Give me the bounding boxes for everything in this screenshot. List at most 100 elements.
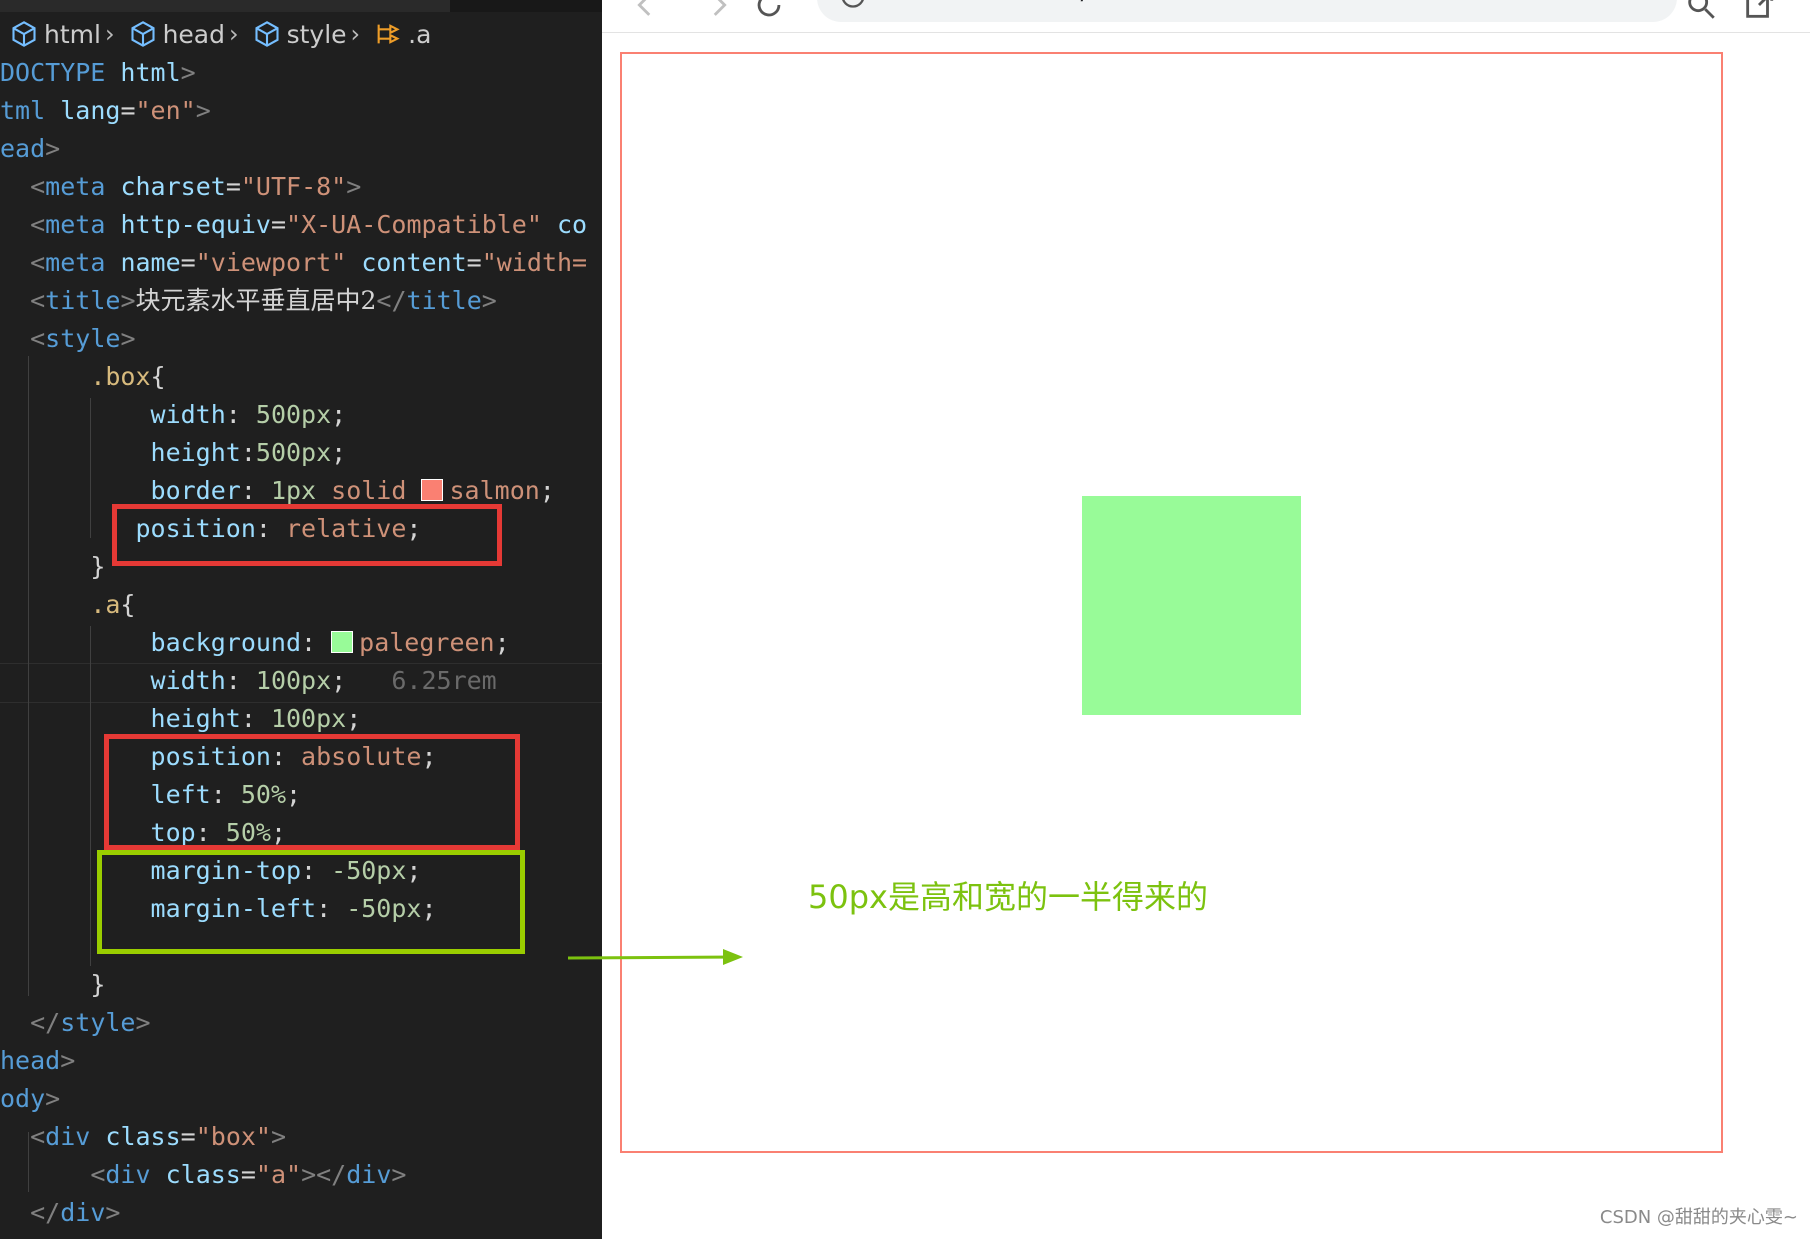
brace: } bbox=[90, 552, 106, 581]
tag-name: div bbox=[60, 1198, 106, 1227]
chevron-right-icon: › bbox=[350, 20, 361, 48]
box-container: 50px是高和宽的一半得来的 bbox=[567, 52, 1723, 1153]
code-line-29[interactable]: <div class="a"></div> bbox=[0, 1156, 406, 1194]
breadcrumb-item-head[interactable]: head bbox=[119, 20, 225, 49]
attr-name: http-equiv bbox=[120, 210, 271, 239]
brace: { bbox=[120, 590, 136, 619]
tag-name: meta bbox=[45, 172, 106, 201]
back-arrow-icon[interactable] bbox=[628, 0, 662, 22]
code-line-30[interactable]: </div> bbox=[0, 1194, 120, 1232]
punct: > bbox=[120, 324, 136, 353]
punct: = bbox=[180, 1122, 196, 1151]
css-property: border bbox=[150, 476, 241, 505]
code-line-25[interactable]: </style> bbox=[0, 1004, 151, 1042]
breadcrumb-label: style bbox=[286, 19, 347, 49]
css-value: solid bbox=[331, 476, 407, 505]
attr-name: co bbox=[556, 210, 588, 239]
code-line-26[interactable]: head> bbox=[0, 1042, 75, 1080]
breadcrumb-item-style[interactable]: style bbox=[243, 20, 347, 49]
arrow-right-icon bbox=[567, 949, 743, 965]
punct: : bbox=[301, 628, 332, 657]
punct: : bbox=[240, 704, 271, 733]
tag-name: title bbox=[45, 286, 121, 315]
attr-name: lang bbox=[60, 96, 121, 125]
css-value: 500px bbox=[255, 438, 332, 467]
breadcrumb: html › head › style › .a bbox=[0, 14, 602, 54]
punct: < bbox=[30, 248, 46, 277]
tag-name: meta bbox=[45, 210, 106, 239]
browser-window: 127.0.0.1:5500/4.html 50px是高和宽的一半得来的 CSD… bbox=[567, 0, 1810, 1239]
code-line-28[interactable]: <div class="box"> bbox=[0, 1118, 286, 1156]
active-tab-edge[interactable] bbox=[0, 0, 450, 12]
punct: < bbox=[30, 286, 46, 315]
code-line-3[interactable]: ead> bbox=[0, 130, 60, 168]
salmon-color-swatch[interactable] bbox=[421, 479, 444, 501]
punct: : bbox=[240, 476, 271, 505]
punct: > bbox=[195, 96, 211, 125]
attr-value: "X-UA-Compatible" bbox=[286, 210, 542, 239]
highlight-box-absolute-centering bbox=[104, 734, 520, 850]
attr-value: "a" bbox=[255, 1160, 302, 1189]
share-icon[interactable] bbox=[1742, 0, 1776, 22]
punct: ; bbox=[346, 704, 362, 733]
code-line-16[interactable]: background: palegreen; bbox=[0, 624, 510, 662]
tag-name: ead bbox=[0, 134, 46, 163]
tag-name: ody bbox=[0, 1084, 46, 1113]
code-line-15[interactable]: .a{ bbox=[0, 586, 135, 624]
code-line-10[interactable]: width: 500px; bbox=[0, 396, 347, 434]
code-line-7[interactable]: <title>块元素水平垂直居中2</title> bbox=[0, 282, 497, 320]
breadcrumb-label: head bbox=[162, 19, 225, 49]
attr-name: class bbox=[105, 1122, 181, 1151]
brace: } bbox=[90, 970, 106, 999]
code-line-24[interactable]: } bbox=[0, 966, 105, 1004]
code-line-5[interactable]: <meta http-equiv="X-UA-Compatible" co bbox=[0, 206, 587, 244]
breadcrumb-label: html bbox=[44, 19, 101, 49]
code-line-11[interactable]: height:500px; bbox=[0, 434, 347, 472]
info-icon[interactable] bbox=[839, 0, 867, 10]
watermark: CSDN @甜甜的夹心雯~ bbox=[1599, 1207, 1798, 1228]
breadcrumb-item-html[interactable]: html bbox=[0, 20, 101, 49]
highlight-box-negative-margins bbox=[97, 850, 525, 954]
code-line-9[interactable]: .box{ bbox=[0, 358, 165, 396]
forward-arrow-icon[interactable] bbox=[702, 0, 736, 22]
css-value: salmon bbox=[449, 476, 540, 505]
css-property: height bbox=[150, 704, 241, 733]
browser-toolbar: 127.0.0.1:5500/4.html bbox=[602, 0, 1810, 33]
css-property: width bbox=[150, 666, 226, 695]
punct: > bbox=[45, 1084, 61, 1113]
code-line-14[interactable]: } bbox=[0, 548, 105, 586]
code-line-4[interactable]: <meta charset="UTF-8"> bbox=[0, 168, 361, 206]
punct: = bbox=[180, 248, 196, 277]
punct: ; bbox=[494, 628, 510, 657]
punct: </ bbox=[376, 286, 407, 315]
code-line-8[interactable]: <style> bbox=[0, 320, 136, 358]
breadcrumb-item-selector[interactable]: .a bbox=[364, 20, 431, 49]
tag-name: div bbox=[346, 1160, 392, 1189]
code-line-27[interactable]: ody> bbox=[0, 1080, 60, 1118]
tag-name: head bbox=[0, 1046, 61, 1075]
address-bar[interactable]: 127.0.0.1:5500/4.html bbox=[817, 0, 1677, 22]
code-line-17[interactable]: width: 100px; 6.25rem bbox=[0, 662, 497, 700]
reload-icon[interactable] bbox=[752, 0, 786, 22]
code-line-18[interactable]: height: 100px; bbox=[0, 700, 362, 738]
cube-icon bbox=[12, 21, 36, 47]
tag-name: div bbox=[105, 1160, 151, 1189]
punct: : bbox=[225, 400, 256, 429]
punct: ></ bbox=[301, 1160, 347, 1189]
css-value: palegreen bbox=[359, 628, 495, 657]
url-text: 127.0.0.1:5500/4.html bbox=[897, 0, 1166, 8]
search-icon[interactable] bbox=[1684, 0, 1718, 22]
code-line-2[interactable]: tml lang="en"> bbox=[0, 92, 211, 130]
editor-tab-strip bbox=[0, 0, 602, 12]
annotation-text: 50px是高和宽的一半得来的 bbox=[808, 878, 1208, 916]
code-editor[interactable]: html › head › style › .a DOCTYPE html> t… bbox=[0, 0, 602, 1239]
punct: < bbox=[30, 1122, 46, 1151]
cube-icon bbox=[255, 21, 279, 47]
palegreen-color-swatch[interactable] bbox=[331, 631, 354, 653]
punct: > bbox=[346, 172, 362, 201]
punct: > bbox=[135, 1008, 151, 1037]
code-line-6[interactable]: <meta name="viewport" content="width= bbox=[0, 244, 587, 282]
punct: > bbox=[270, 1122, 287, 1151]
code-line-1[interactable]: DOCTYPE html> bbox=[0, 54, 196, 92]
attr-name: charset bbox=[120, 172, 226, 201]
